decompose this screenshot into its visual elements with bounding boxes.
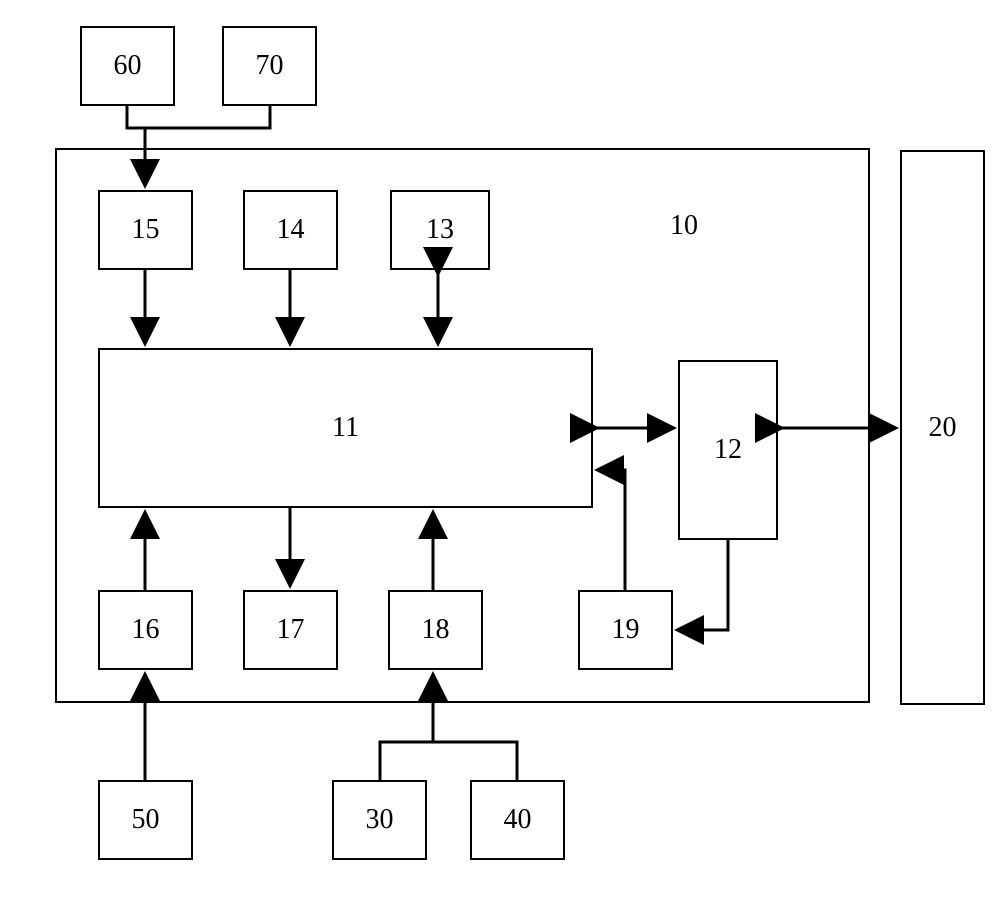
block-11: 11 — [98, 348, 593, 508]
block-50: 50 — [98, 780, 193, 860]
block-19-label: 19 — [612, 614, 640, 646]
block-70: 70 — [222, 26, 317, 106]
block-14-label: 14 — [277, 214, 305, 246]
block-16: 16 — [98, 590, 193, 670]
block-20: 20 — [900, 150, 985, 705]
block-15-label: 15 — [132, 214, 160, 246]
block-12-label: 12 — [714, 434, 742, 466]
block-11-label: 11 — [332, 412, 359, 444]
block-60: 60 — [80, 26, 175, 106]
block-17-label: 17 — [277, 614, 305, 646]
block-19: 19 — [578, 590, 673, 670]
block-18-label: 18 — [422, 614, 450, 646]
block-30: 30 — [332, 780, 427, 860]
block-15: 15 — [98, 190, 193, 270]
block-30-label: 30 — [366, 804, 394, 836]
block-60-label: 60 — [114, 50, 142, 82]
block-18: 18 — [388, 590, 483, 670]
block-17: 17 — [243, 590, 338, 670]
block-16-label: 16 — [132, 614, 160, 646]
block-13: 13 — [390, 190, 490, 270]
block-40: 40 — [470, 780, 565, 860]
block-50-label: 50 — [132, 804, 160, 836]
block-13-label: 13 — [426, 214, 454, 246]
block-20-label: 20 — [929, 412, 957, 444]
block-40-label: 40 — [504, 804, 532, 836]
block-70-label: 70 — [256, 50, 284, 82]
block-10-label: 10 — [670, 210, 698, 242]
block-14: 14 — [243, 190, 338, 270]
block-12: 12 — [678, 360, 778, 540]
